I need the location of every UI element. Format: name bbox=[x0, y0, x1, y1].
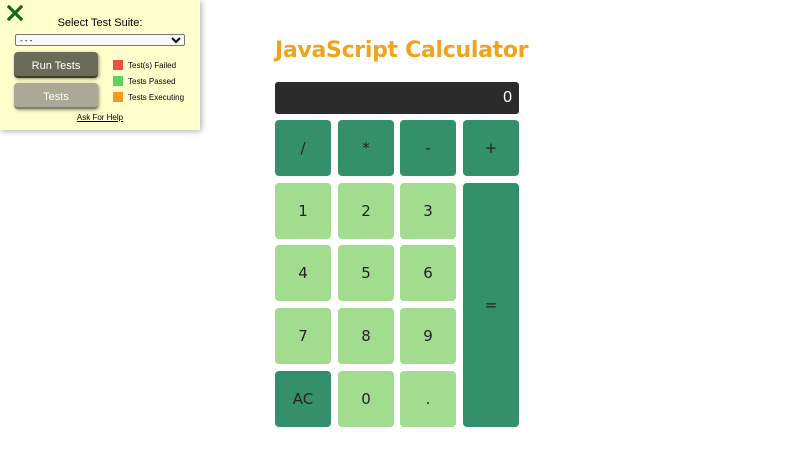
legend-label-failed: Test(s) Failed bbox=[128, 60, 177, 70]
subtract-button[interactable]: - bbox=[400, 120, 456, 176]
calculator-display: 0 bbox=[275, 82, 519, 114]
select-test-suite-label: Select Test Suite: bbox=[57, 17, 143, 29]
divide-button[interactable]: / bbox=[275, 120, 331, 176]
calculator-title: JavaScript Calculator bbox=[275, 38, 529, 63]
five-button[interactable]: 5 bbox=[338, 245, 394, 301]
legend-label-passed: Tests Passed bbox=[128, 76, 176, 86]
three-button[interactable]: 3 bbox=[400, 183, 456, 239]
legend-swatch-executing bbox=[113, 92, 123, 102]
test-suite-panel: Select Test Suite: - - - Run Tests Tests… bbox=[0, 0, 200, 130]
zero-button[interactable]: 0 bbox=[338, 371, 394, 427]
legend-item-passed: Tests Passed bbox=[113, 73, 184, 89]
equals-button[interactable]: = bbox=[463, 183, 519, 427]
test-suite-select[interactable]: - - - bbox=[15, 34, 185, 46]
legend-item-failed: Test(s) Failed bbox=[113, 57, 184, 73]
legend-item-executing: Tests Executing bbox=[113, 89, 184, 105]
one-button[interactable]: 1 bbox=[275, 183, 331, 239]
legend-swatch-failed bbox=[113, 60, 123, 70]
add-button[interactable]: + bbox=[463, 120, 519, 176]
two-button[interactable]: 2 bbox=[338, 183, 394, 239]
decimal-button[interactable]: . bbox=[400, 371, 456, 427]
legend-swatch-passed bbox=[113, 76, 123, 86]
run-tests-button[interactable]: Run Tests bbox=[14, 52, 98, 78]
six-button[interactable]: 6 bbox=[400, 245, 456, 301]
four-button[interactable]: 4 bbox=[275, 245, 331, 301]
tests-button[interactable]: Tests bbox=[14, 83, 98, 109]
ask-for-help-link[interactable]: Ask For Help bbox=[0, 113, 200, 122]
test-legend: Test(s) Failed Tests Passed Tests Execut… bbox=[113, 57, 184, 105]
legend-label-executing: Tests Executing bbox=[128, 92, 185, 102]
seven-button[interactable]: 7 bbox=[275, 308, 331, 364]
eight-button[interactable]: 8 bbox=[338, 308, 394, 364]
multiply-button[interactable]: * bbox=[338, 120, 394, 176]
nine-button[interactable]: 9 bbox=[400, 308, 456, 364]
clear-button[interactable]: AC bbox=[275, 371, 331, 427]
